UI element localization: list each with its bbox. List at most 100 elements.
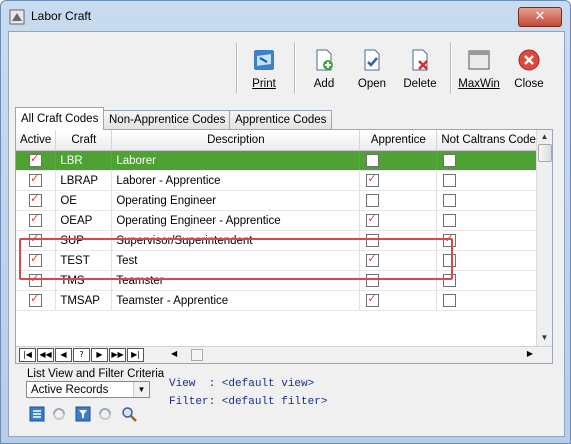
header-row: Active Craft Description Apprentice Not …: [16, 130, 545, 151]
apprentice-checkbox[interactable]: [366, 194, 380, 207]
filter-icon[interactable]: [75, 406, 91, 422]
open-button[interactable]: Open: [349, 42, 395, 98]
craft-cell: SUP: [55, 230, 113, 251]
chevron-down-icon[interactable]: ▼: [133, 382, 149, 397]
table-row[interactable]: OEAPOperating Engineer - Apprentice: [16, 210, 545, 231]
refresh-filter-icon[interactable]: [97, 406, 113, 422]
table-row[interactable]: TESTTest: [16, 250, 545, 271]
tab-apprentice-codes[interactable]: Apprentice Codes: [229, 110, 333, 129]
not-caltrans-checkbox[interactable]: [443, 274, 457, 287]
col-craft[interactable]: Craft: [55, 130, 113, 151]
title-bar: Labor Craft ✕: [1, 1, 570, 31]
not-caltrans-checkbox[interactable]: [443, 194, 457, 207]
apprentice-checkbox[interactable]: [366, 172, 380, 187]
toolbar-separator: [450, 42, 452, 94]
scroll-down-icon[interactable]: ▼: [537, 331, 552, 345]
filter-criteria-text: Filter: <default filter>: [169, 396, 328, 408]
apprentice-checkbox[interactable]: [366, 274, 380, 287]
col-description[interactable]: Description: [111, 130, 361, 151]
col-active[interactable]: Active: [16, 130, 57, 151]
nav-prev-icon[interactable]: ◀: [55, 348, 72, 362]
col-apprentice[interactable]: Apprentice: [359, 130, 438, 151]
craft-cell: OEAP: [55, 210, 113, 231]
craft-cell: LBRAP: [55, 170, 113, 191]
active-checkbox[interactable]: [29, 232, 43, 247]
apprentice-checkbox[interactable]: [366, 234, 380, 247]
active-checkbox[interactable]: [29, 152, 43, 167]
print-button[interactable]: Print: [241, 42, 287, 98]
nav-next-icon[interactable]: ▶: [91, 348, 108, 362]
hscroll-thumb[interactable]: [191, 349, 203, 361]
apprentice-checkbox[interactable]: [366, 292, 380, 307]
close-button[interactable]: Close: [506, 42, 552, 98]
not-caltrans-checkbox[interactable]: [443, 214, 457, 227]
nav-next-page-icon[interactable]: ▶▶: [109, 348, 126, 362]
table-row[interactable]: LBRLaborer: [16, 150, 545, 171]
table-row[interactable]: TMSAPTeamster - Apprentice: [16, 290, 545, 311]
scroll-right-icon[interactable]: ▶: [527, 349, 533, 358]
toolbar-separator: [294, 42, 296, 94]
nav-first-icon[interactable]: |◀: [19, 348, 36, 362]
scroll-thumb[interactable]: [538, 144, 552, 162]
view-icon[interactable]: [29, 406, 45, 422]
active-checkbox[interactable]: [29, 272, 43, 287]
table-row[interactable]: TMSTeamster: [16, 270, 545, 291]
filter-section-label: List View and Filter Criteria: [27, 368, 165, 380]
description-cell: Operating Engineer: [111, 190, 361, 211]
active-checkbox[interactable]: [29, 212, 43, 227]
description-cell: Teamster: [111, 270, 361, 291]
not-caltrans-checkbox[interactable]: [443, 254, 457, 267]
craft-cell: OE: [55, 190, 113, 211]
table-row[interactable]: LBRAPLaborer - Apprentice: [16, 170, 545, 191]
maximize-window-icon: [468, 50, 490, 70]
delete-document-icon: [412, 49, 428, 71]
craft-table: Active Craft Description Apprentice Not …: [16, 130, 545, 311]
description-cell: Test: [111, 250, 361, 271]
description-cell: Teamster - Apprentice: [111, 290, 361, 311]
nav-last-icon[interactable]: ▶|: [127, 348, 144, 362]
apprentice-checkbox[interactable]: [366, 212, 380, 227]
nav-help-icon[interactable]: ?: [73, 348, 90, 362]
col-not-caltrans-code[interactable]: Not Caltrans Code: [436, 130, 545, 151]
record-navigator: |◀ ◀◀ ◀ ? ▶ ▶▶ ▶| ◀ ▶: [16, 346, 552, 363]
not-caltrans-checkbox[interactable]: [443, 174, 457, 187]
nav-prev-page-icon[interactable]: ◀◀: [37, 348, 54, 362]
apprentice-checkbox[interactable]: [366, 252, 380, 267]
description-cell: Laborer - Apprentice: [111, 170, 361, 191]
craft-cell: LBR: [55, 150, 113, 171]
add-button[interactable]: Add: [301, 42, 347, 98]
window-close-button[interactable]: ✕: [518, 7, 562, 27]
table-row[interactable]: OEOperating Engineer: [16, 190, 545, 211]
active-checkbox[interactable]: [29, 252, 43, 267]
add-document-icon: [316, 49, 333, 71]
search-icon[interactable]: [121, 406, 137, 422]
tab-non-apprentice-codes[interactable]: Non-Apprentice Codes: [103, 110, 232, 129]
table-row[interactable]: SUPSupervisor/Superintendent: [16, 230, 545, 251]
grid-body: LBRLaborerLBRAPLaborer - ApprenticeOEOpe…: [16, 150, 545, 311]
app-icon: [9, 9, 25, 25]
description-cell: Laborer: [111, 150, 361, 171]
not-caltrans-checkbox[interactable]: [443, 232, 457, 247]
horizontal-scrollbar[interactable]: ◀ ▶: [171, 349, 533, 361]
vertical-scrollbar[interactable]: ▲ ▼: [536, 130, 552, 361]
active-checkbox[interactable]: [29, 292, 43, 307]
toolbar-separator: [236, 42, 238, 94]
apprentice-checkbox[interactable]: [366, 154, 380, 167]
not-caltrans-checkbox[interactable]: [443, 294, 457, 307]
description-cell: Supervisor/Superintendent: [111, 230, 361, 251]
maxwin-button[interactable]: MaxWin: [456, 42, 502, 98]
scroll-left-icon[interactable]: ◀: [171, 349, 177, 358]
toolbar: Print Add Open Delete MaxWin Close: [9, 32, 564, 104]
window-title: Labor Craft: [31, 9, 92, 23]
record-filter-select[interactable]: Active Records ▼: [26, 381, 150, 398]
not-caltrans-checkbox[interactable]: [443, 154, 457, 167]
active-checkbox[interactable]: [29, 192, 43, 207]
open-document-icon: [364, 49, 380, 71]
tab-all-craft-codes[interactable]: All Craft Codes: [15, 107, 105, 130]
delete-button[interactable]: Delete: [397, 42, 443, 98]
view-criteria-text: View : <default view>: [169, 378, 315, 390]
refresh-view-icon[interactable]: [51, 406, 67, 422]
client-area: Print Add Open Delete MaxWin Close All C…: [8, 31, 565, 437]
active-checkbox[interactable]: [29, 172, 43, 187]
scroll-up-icon[interactable]: ▲: [537, 130, 552, 144]
